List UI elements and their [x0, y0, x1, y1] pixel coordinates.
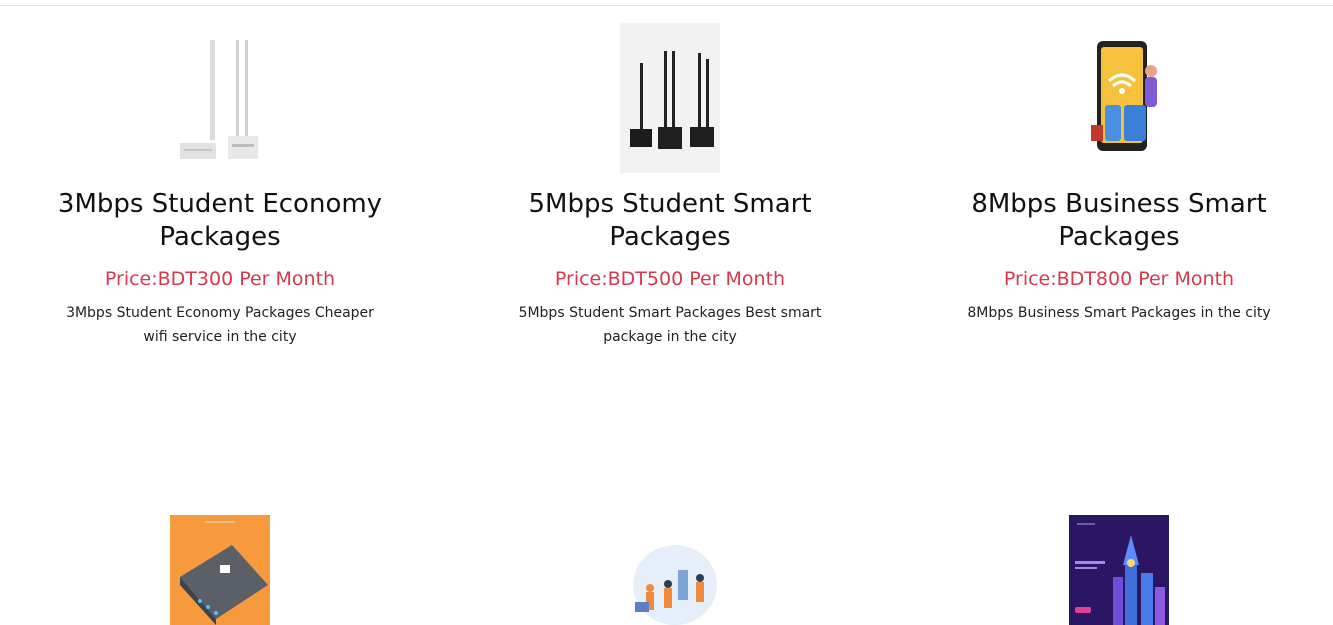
package-price: Price:BDT500 Per Month: [554, 268, 786, 290]
package-card[interactable]: [40, 515, 400, 625]
smart-city-icon: [1069, 515, 1169, 625]
router-icon: [620, 23, 720, 173]
package-description: 8Mbps Business Smart Packages in the cit…: [967, 305, 1271, 321]
package-image-black-router[interactable]: [620, 23, 720, 173]
5g-phone-icon: [1069, 33, 1169, 163]
packages-grid: 3Mbps Student Economy Packages Price:BDT…: [0, 0, 1333, 625]
people-network-icon: [620, 540, 720, 625]
package-description: 5Mbps Student Smart Packages Best smart …: [518, 305, 822, 345]
package-card[interactable]: 3Mbps Student Economy Packages Price:BDT…: [40, 18, 400, 358]
package-description: 3Mbps Student Economy Packages Cheaper w…: [66, 305, 374, 345]
package-image-people-network[interactable]: [620, 540, 720, 625]
package-title: 8Mbps Business Smart Packages: [971, 189, 1267, 252]
package-card[interactable]: [490, 540, 850, 625]
package-card[interactable]: 8Mbps Business Smart Packages Price:BDT8…: [939, 18, 1299, 358]
package-card[interactable]: 5Mbps Student Smart Packages Price:BDT50…: [490, 18, 850, 358]
router-icon: [170, 18, 270, 168]
package-card[interactable]: [939, 515, 1299, 625]
package-image-white-router[interactable]: [170, 18, 270, 168]
package-title: 3Mbps Student Economy Packages: [57, 189, 383, 252]
package-price: Price:BDT300 Per Month: [104, 268, 336, 290]
package-image-smart-city[interactable]: [1069, 515, 1169, 625]
package-image-orange-router[interactable]: [170, 515, 270, 625]
package-title: 5Mbps Student Smart Packages: [528, 189, 812, 252]
package-price: Price:BDT800 Per Month: [1003, 268, 1235, 290]
package-image-5g-phone[interactable]: [1069, 33, 1169, 163]
router-icon: [170, 515, 270, 625]
